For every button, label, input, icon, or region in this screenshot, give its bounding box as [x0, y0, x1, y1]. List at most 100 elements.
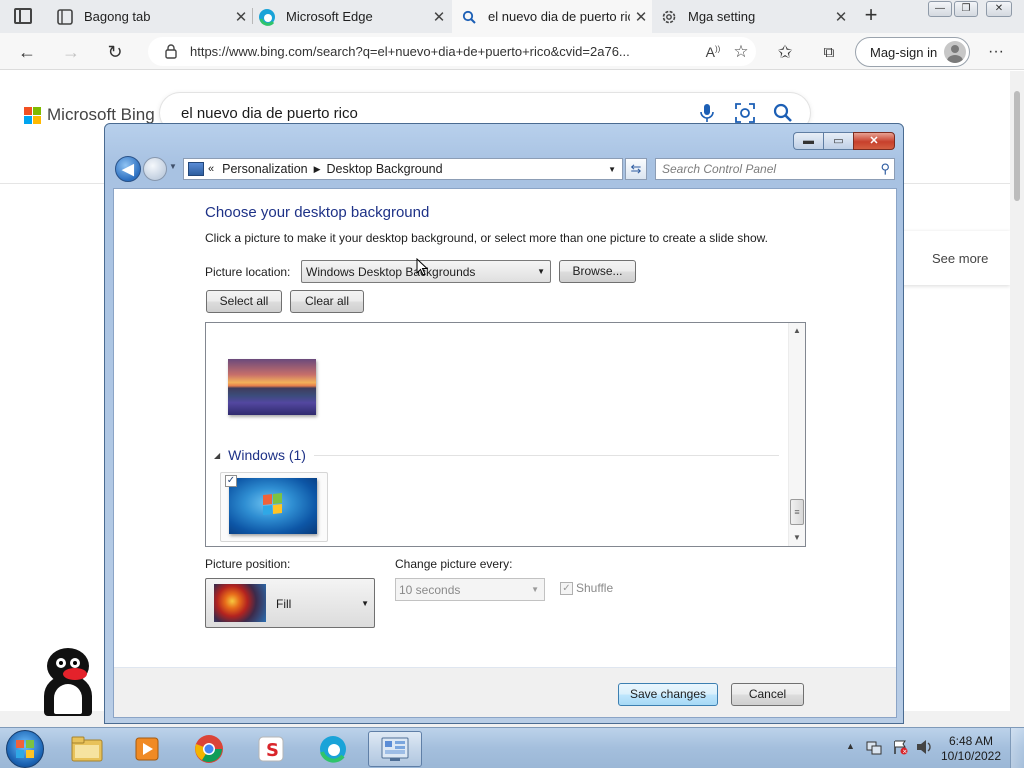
lock-icon[interactable] [156, 44, 186, 59]
tab-title: el nuevo dia de puerto rico [488, 9, 630, 24]
tab-title: Bagong tab [84, 9, 151, 24]
bing-search-input[interactable]: el nuevo dia de puerto rico [181, 105, 358, 122]
back-button[interactable]: ◀ [115, 156, 141, 182]
group-divider [313, 454, 779, 456]
windows-thumbnail-item[interactable]: ✓ [220, 472, 328, 542]
chevron-down-icon[interactable]: ▼ [608, 165, 616, 174]
breadcrumb-item-desktop-background[interactable]: Desktop Background [327, 162, 443, 176]
scroll-down-icon[interactable]: ▼ [789, 530, 805, 546]
forward-button[interactable] [143, 157, 167, 181]
tab-close-icon[interactable]: ✕ [428, 8, 450, 26]
maximize-button[interactable]: ▭ [823, 132, 853, 150]
show-desktop-button[interactable] [1010, 728, 1024, 768]
page-scrollbar[interactable] [1010, 71, 1024, 711]
breadcrumb-separator-icon[interactable]: ▶ [314, 164, 321, 175]
list-scrollbar[interactable]: ▲ ≡ ▼ [788, 323, 805, 546]
taskbar-control-panel[interactable] [368, 731, 422, 767]
url-text[interactable]: https://www.bing.com/search?q=el+nuevo+d… [186, 44, 700, 59]
add-favorite-icon[interactable]: ☆ [726, 42, 756, 62]
action-center-icon[interactable]: ✕ [892, 739, 908, 758]
picture-location-value: Windows Desktop Backgrounds [306, 265, 476, 279]
thumbnail-checkbox[interactable]: ✓ [225, 475, 237, 487]
scroll-up-icon[interactable]: ▲ [789, 323, 805, 339]
select-all-button[interactable]: Select all [206, 290, 282, 313]
see-more-card[interactable]: See more [900, 231, 1010, 285]
breadcrumb-overflow[interactable]: « [208, 163, 214, 175]
tab-settings[interactable]: Mga setting ✕ [652, 0, 852, 33]
search-icon[interactable]: ⚲ [880, 161, 890, 177]
more-menu-icon[interactable]: ··· [983, 39, 1009, 65]
content-area: Choose your desktop background Click a p… [113, 188, 897, 718]
tab-microsoft-edge[interactable]: Microsoft Edge ✕ [250, 0, 450, 33]
picture-position-value: Fill [276, 597, 292, 611]
read-aloud-icon[interactable]: A)) [700, 44, 726, 60]
page-title: Choose your desktop background [205, 204, 430, 221]
page-description: Click a picture to make it your desktop … [205, 231, 768, 245]
taskbar-app-s[interactable]: S [244, 731, 298, 767]
edge-icon [320, 736, 346, 763]
favorites-icon[interactable]: ✩ [772, 39, 798, 65]
browser-restore-button[interactable]: ❐ [954, 1, 978, 17]
minimize-button[interactable]: ▬ [793, 132, 823, 150]
back-arrow-icon[interactable]: ← [14, 39, 40, 65]
forward-arrow-icon[interactable]: → [58, 39, 84, 65]
tab-bing-search[interactable]: el nuevo dia de puerto rico ✕ [452, 0, 652, 33]
taskbar-edge[interactable] [306, 731, 360, 767]
taskbar-chrome[interactable] [182, 731, 236, 767]
clock[interactable]: 6:48 AM 10/10/2022 [940, 734, 1002, 764]
shuffle-checkbox[interactable]: ✓ Shuffle [560, 581, 613, 595]
show-hidden-icons-icon[interactable]: ▲ [846, 741, 855, 751]
recent-pages-dropdown[interactable]: ▼ [169, 162, 177, 171]
checkbox-box[interactable]: ✓ [560, 581, 573, 595]
refresh-icon[interactable]: ↻ [102, 39, 128, 65]
svg-text:S: S [266, 740, 279, 761]
tab-actions-icon[interactable] [14, 8, 32, 24]
browser-toolbar: ← → ↻ https://www.bing.com/search?q=el+n… [0, 33, 1024, 70]
tab-close-icon[interactable]: ✕ [830, 8, 852, 26]
scrollbar-thumb[interactable]: ≡ [790, 499, 804, 525]
picture-location-label: Picture location: [205, 265, 291, 279]
volume-icon[interactable] [916, 739, 934, 758]
windows-logo-icon [16, 740, 34, 758]
edge-icon [258, 8, 276, 26]
collections-icon[interactable]: ⧉ [816, 39, 842, 65]
group-header[interactable]: ◢ Windows (1) [214, 447, 779, 463]
taskbar-media-player[interactable] [120, 731, 174, 767]
clear-all-button[interactable]: Clear all [290, 290, 364, 313]
collapse-triangle-icon[interactable]: ◢ [214, 451, 220, 460]
refresh-button[interactable]: ⇆ [625, 158, 647, 180]
picture-position-label: Picture position: [205, 557, 291, 571]
picture-position-select[interactable]: Fill ▼ [205, 578, 375, 628]
windows-wallpaper-thumbnail[interactable] [229, 478, 317, 534]
tab-close-icon[interactable]: ✕ [630, 8, 652, 26]
network-icon[interactable] [866, 739, 882, 758]
search-placeholder: Search Control Panel [662, 162, 777, 176]
taskbar-explorer[interactable] [60, 731, 114, 767]
new-tab-button[interactable]: + [858, 4, 884, 28]
landscape-thumbnail[interactable] [228, 359, 316, 415]
save-changes-button[interactable]: Save changes [618, 683, 718, 706]
search-icon [460, 8, 478, 26]
bing-logo[interactable]: Microsoft Bing [24, 105, 155, 125]
browser-minimize-button[interactable]: — [928, 1, 952, 17]
scrollbar-thumb[interactable] [1014, 91, 1020, 201]
start-button[interactable] [6, 730, 44, 768]
tab-bagong-tab[interactable]: Bagong tab ✕ [48, 0, 252, 33]
microsoft-logo-icon [24, 106, 41, 124]
control-panel-icon [188, 162, 204, 176]
tab-close-icon[interactable]: ✕ [230, 8, 252, 26]
cancel-button[interactable]: Cancel [731, 683, 804, 706]
address-bar[interactable]: https://www.bing.com/search?q=el+nuevo+d… [148, 37, 756, 66]
browse-button[interactable]: Browse... [559, 260, 636, 283]
gear-icon [660, 8, 678, 26]
breadcrumb[interactable]: « Personalization ▶ Desktop Background ▼ [183, 158, 623, 180]
breadcrumb-item-personalization[interactable]: Personalization [222, 162, 307, 176]
sign-in-button[interactable]: Mag-sign in [855, 37, 970, 67]
close-button[interactable]: ✕ [853, 132, 895, 150]
change-picture-select[interactable]: 10 seconds ▼ [395, 578, 545, 601]
group-name: Windows (1) [228, 447, 306, 463]
bing-logo-text: Microsoft Bing [47, 105, 155, 124]
browser-close-button[interactable]: ✕ [986, 1, 1012, 17]
search-input[interactable]: Search Control Panel ⚲ [655, 158, 895, 180]
control-panel-window: ▬ ▭ ✕ ◀ ▼ « Personalization ▶ Desktop Ba… [104, 123, 904, 724]
